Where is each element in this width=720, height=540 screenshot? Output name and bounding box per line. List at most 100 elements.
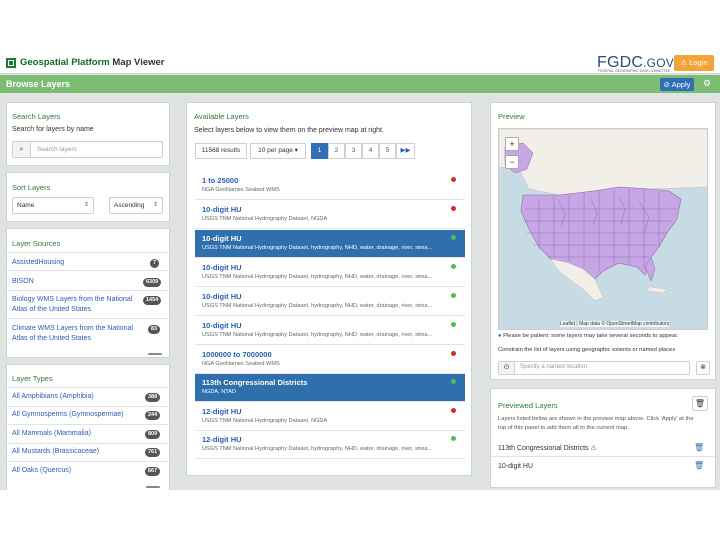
type-count: 761 — [145, 448, 161, 457]
layer-desc: USGS TNM National Hydrography Dataset, h… — [202, 303, 433, 309]
status-dot-icon — [451, 379, 456, 384]
layer-desc: USGS TNM National Hydrography Dataset, h… — [202, 332, 433, 338]
browse-layers-toolbar: Browse Layers ⊘ Apply ⚙ — [0, 75, 720, 93]
layer-title: 12-digit HU — [202, 435, 242, 444]
canada-shape — [499, 129, 707, 196]
layer-row[interactable]: 12-digit HU USGS TNM National Hydrograph… — [195, 431, 465, 459]
type-item[interactable]: All Oaks (Quercus) — [12, 466, 165, 476]
source-label-line2: Atlas of the United States — [12, 306, 91, 313]
sort-field-value: Name — [17, 202, 35, 209]
layer-title: 10-digit HU — [202, 292, 242, 301]
layer-desc: USGS TNM National Hydrography Dataset, h… — [202, 446, 433, 452]
layer-row[interactable]: 12-digit HU USGS TNM National Hydrograph… — [195, 403, 465, 431]
divider — [491, 456, 715, 457]
sort-field-select[interactable]: Name ⇕ — [12, 197, 94, 214]
zoom-out-button[interactable]: − — [505, 155, 519, 169]
locate-icon: ⊙ — [499, 362, 515, 374]
preview-title: Preview — [498, 112, 525, 121]
type-item[interactable]: All Amphibians (Amphibia) — [12, 392, 165, 402]
layer-row[interactable]: 10-digit HU USGS TNM National Hydrograph… — [195, 288, 465, 316]
named-location-placeholder: Specify a named location — [520, 364, 588, 370]
layer-desc: USGS TNM National Hydrography Dataset, N… — [202, 216, 328, 222]
status-dot-icon — [451, 351, 456, 356]
source-label: AssistedHousing — [12, 259, 65, 266]
layer-title: 10-digit HU — [202, 205, 242, 214]
source-label-line2: Atlas of the United States — [12, 335, 91, 342]
scroll-indicator[interactable] — [148, 353, 162, 355]
last-page-button[interactable]: ▶▶ — [396, 143, 415, 159]
layer-row-selected[interactable]: 113th Congressional Districts NGDA, NTAD — [195, 374, 465, 402]
divider — [7, 461, 169, 462]
previewed-title: Previewed Layers — [498, 401, 558, 410]
divider — [7, 424, 169, 425]
previewed-item-label: 113th Congressional Districts — [498, 445, 589, 452]
page-1-button[interactable]: 1 — [311, 143, 328, 159]
check-icon: ⊘ — [663, 80, 672, 89]
caret-down-icon: ▾ — [294, 147, 298, 154]
page-2-button[interactable]: 2 — [328, 143, 345, 159]
type-item[interactable]: All Gymnosperms (Gymnospermae) — [12, 410, 165, 420]
previewed-desc-2: top of this panel to add them all to the… — [498, 425, 629, 431]
cuba-shape — [646, 286, 668, 294]
layer-title: 10-digit HU — [202, 234, 242, 243]
status-dot-icon — [451, 206, 456, 211]
page-3-button[interactable]: 3 — [345, 143, 362, 159]
source-item[interactable]: Biology WMS Layers from the National Atl… — [12, 295, 142, 315]
search-placeholder: Search layers — [37, 146, 77, 153]
type-item[interactable]: All Mammals (Mammalia) — [12, 429, 165, 439]
fgdc-subtitle: FEDERAL GEOGRAPHIC DATA COMMITTEE — [598, 69, 671, 73]
apply-label: Apply — [671, 80, 691, 89]
gear-icon[interactable]: ⚙ — [703, 78, 711, 89]
patience-note: ● Please be patient: some layers may tak… — [498, 333, 678, 339]
patience-text: Please be patient: some layers may take … — [503, 333, 679, 339]
previewed-item[interactable]: 113th Congressional Districts ⚠ — [498, 444, 597, 452]
previewed-item[interactable]: 10-digit HU — [498, 463, 533, 470]
page-4-button[interactable]: 4 — [362, 143, 379, 159]
page-5-button[interactable]: 5 — [379, 143, 396, 159]
source-count: 1454 — [143, 296, 162, 305]
available-title: Available Layers — [194, 112, 249, 121]
layer-row[interactable]: 10-digit HU USGS TNM National Hydrograph… — [195, 201, 465, 229]
per-page-select[interactable]: 10 per page ▾ — [250, 143, 306, 159]
apply-button[interactable]: ⊘ Apply — [660, 78, 694, 91]
preview-map[interactable]: + − — [498, 128, 708, 330]
zoom-in-button[interactable]: + — [505, 137, 519, 151]
clear-location-button[interactable]: ⊗ — [696, 361, 710, 375]
layer-row[interactable]: 10-digit HU USGS TNM National Hydrograph… — [195, 317, 465, 345]
map-attribution[interactable]: Leaflet | Map data © OpenStreetMap contr… — [560, 321, 670, 327]
layer-desc: USGS TNM National Hydrography Dataset, N… — [202, 418, 328, 424]
divider — [7, 443, 169, 444]
fgdc-logo-gov: .GOV — [643, 56, 674, 70]
layer-row[interactable]: 1 to 25000 NGA GeoNames Seabed WMS — [195, 172, 465, 200]
layer-row[interactable]: 10-digit HU USGS TNM National Hydrograph… — [195, 259, 465, 287]
previewed-item-label: 10-digit HU — [498, 463, 534, 470]
divider — [7, 270, 169, 271]
sort-order-select[interactable]: Ascending ⇕ — [109, 197, 163, 214]
login-button[interactable]: ⚠ Login — [674, 55, 714, 71]
status-dot-icon — [451, 177, 456, 182]
divider — [7, 252, 169, 253]
scroll-indicator[interactable] — [146, 486, 160, 488]
type-item[interactable]: All Mustards (Brassicaceae) — [12, 447, 165, 457]
app-title-main: Geospatial Platform — [20, 57, 110, 68]
source-label: Climate WMS Layers from the National — [12, 325, 133, 332]
named-location-input[interactable]: ⊙ Specify a named location — [498, 361, 690, 375]
search-input[interactable]: ⌕ Search layers — [12, 141, 163, 158]
layer-row[interactable]: 1000000 to 7000000 NGA GeoNames Seabed W… — [195, 346, 465, 374]
source-item[interactable]: AssistedHousing — [12, 258, 165, 268]
results-count: 11568 results — [195, 143, 247, 159]
remove-layer-trash-icon[interactable]: 🗑 — [694, 461, 704, 470]
remove-layer-trash-icon[interactable]: 🗑 — [694, 443, 704, 452]
trash-icon: 🗑 — [694, 399, 706, 408]
status-dot-icon — [451, 436, 456, 441]
status-dot-icon — [451, 235, 456, 240]
divider — [7, 387, 169, 388]
map-canvas — [499, 129, 707, 302]
layer-title: 113th Congressional Districts — [202, 378, 308, 387]
layer-row-selected[interactable]: 10-digit HU USGS TNM National Hydrograph… — [195, 230, 465, 258]
constrain-text: Constrain the list of layers using geogr… — [498, 347, 676, 353]
updown-icon: ⇕ — [152, 202, 158, 208]
status-dot-icon — [451, 264, 456, 269]
source-item[interactable]: Climate WMS Layers from the National Atl… — [12, 324, 142, 344]
clear-all-button[interactable]: 🗑 — [692, 396, 708, 411]
